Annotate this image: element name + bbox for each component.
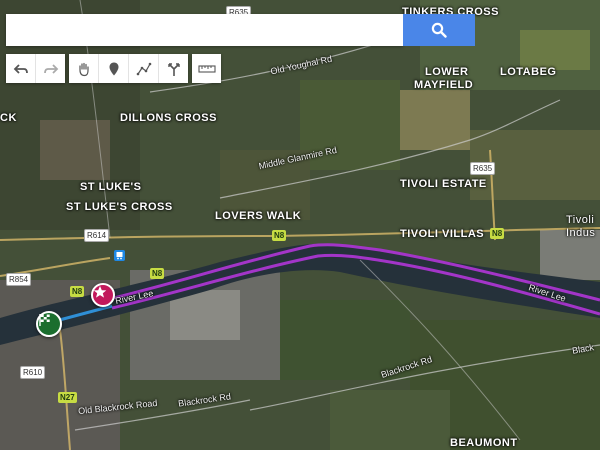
map-toolbar: [6, 54, 225, 83]
measure-button[interactable]: [192, 54, 221, 83]
directions-icon: [166, 61, 182, 77]
road-shield-n8-a: N8: [272, 230, 287, 241]
start-star-marker-icon[interactable]: [91, 283, 115, 307]
road-shield-r614: R614: [84, 229, 110, 242]
place-label-dillons-cross: DILLONS CROSS: [120, 112, 217, 124]
redo-button[interactable]: [36, 54, 65, 83]
place-label-mayfield: MAYFIELD: [414, 79, 474, 91]
add-marker-button[interactable]: [99, 54, 129, 83]
finish-flag-marker-icon[interactable]: [36, 311, 62, 337]
road-shield-n27: N27: [58, 392, 77, 403]
undo-button[interactable]: [6, 54, 36, 83]
road-shield-n8-c: N8: [150, 268, 165, 279]
search-input[interactable]: [6, 14, 403, 46]
hand-icon: [76, 61, 92, 77]
undo-arrow-icon: [13, 61, 29, 77]
place-label-tivoli-estate: TIVOLI ESTATE: [400, 178, 487, 190]
place-label-lotabeg: LOTABEG: [500, 66, 557, 78]
draw-line-icon: [136, 61, 152, 77]
directions-button[interactable]: [159, 54, 188, 83]
place-label-indus: Indus: [566, 227, 596, 239]
place-label-tivoli: Tivoli: [566, 214, 595, 226]
road-shield-n8-d: N8: [70, 286, 85, 297]
pan-tool-button[interactable]: [69, 54, 99, 83]
place-label-lovers-walk: LOVERS WALK: [215, 210, 302, 222]
map-pin-icon: [106, 61, 122, 77]
redo-arrow-icon: [43, 61, 59, 77]
road-shield-r610: R610: [20, 366, 46, 379]
place-label-edge: CK: [0, 112, 17, 124]
history-group: [6, 54, 65, 83]
place-label-st-lukes: ST LUKE'S: [80, 181, 142, 193]
place-label-tivoli-villas: TIVOLI VILLAS: [400, 228, 485, 240]
place-label-lower: LOWER: [425, 66, 469, 78]
place-label-st-lukes-cross: ST LUKE'S CROSS: [66, 201, 173, 213]
tools-group: [69, 54, 188, 83]
search-button[interactable]: [403, 14, 475, 46]
draw-line-button[interactable]: [129, 54, 159, 83]
search-icon: [431, 22, 447, 38]
train-station-icon[interactable]: [114, 250, 125, 261]
road-shield-r854: R854: [6, 273, 32, 286]
place-label-beaumont: BEAUMONT: [450, 437, 518, 449]
road-shield-n8-b: N8: [490, 228, 505, 239]
measure-group: [192, 54, 221, 83]
road-shield-r635-mid: R635: [470, 162, 496, 175]
ruler-icon: [197, 63, 216, 75]
